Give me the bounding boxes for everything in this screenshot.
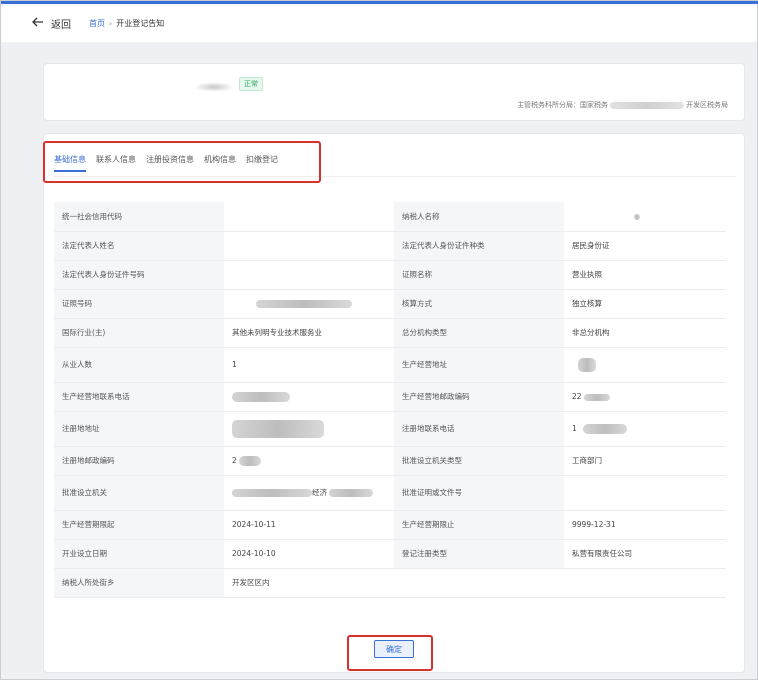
taxpayer-summary-card: 主管税务科所分局：国家税务 开发区税务局 bbox=[43, 63, 745, 121]
field-label: 国际行业(主) bbox=[54, 318, 224, 348]
field-value bbox=[224, 202, 394, 232]
field-label: 纳税人所处街乡 bbox=[54, 568, 224, 598]
field-label: 证照名称 bbox=[394, 260, 564, 290]
field-label: 法定代表人身份证件种类 bbox=[394, 231, 564, 261]
field-value: 居民身份证 bbox=[564, 231, 726, 261]
field-value: 2 bbox=[224, 446, 394, 476]
field-value: 私营有限责任公司 bbox=[564, 539, 726, 569]
field-label: 总分机构类型 bbox=[394, 318, 564, 348]
field-label: 注册地联系电话 bbox=[394, 411, 564, 447]
tax-authority-text: 主管税务科所分局：国家税务 开发区税务局 bbox=[517, 101, 728, 109]
basic-info-table: 统一社会信用代码 纳税人名称 法定代表人姓名 法定代表人身份证件种类 居民身份证… bbox=[54, 202, 726, 598]
table-row: 统一社会信用代码 纳税人名称 bbox=[54, 202, 726, 232]
table-row: 从业人数 1 生产经营地址 bbox=[54, 347, 726, 383]
field-value bbox=[564, 347, 726, 383]
page-title: 开业登记告知 bbox=[116, 18, 165, 28]
field-value: 独立核算 bbox=[564, 289, 726, 319]
table-row: 法定代表人身份证件号码 证照名称 营业执照 bbox=[54, 260, 726, 290]
field-value bbox=[224, 411, 394, 447]
table-row: 注册地邮政编码 2 批准设立机关类型 工商部门 bbox=[54, 446, 726, 476]
field-value bbox=[564, 568, 726, 598]
field-value: 工商部门 bbox=[564, 446, 726, 476]
table-row: 开业设立日期 2024-10-10 登记注册类型 私营有限责任公司 bbox=[54, 539, 726, 569]
breadcrumb-home-link[interactable]: 首页 bbox=[89, 18, 105, 29]
breadcrumb: 首页 › 开业登记告知 bbox=[89, 18, 164, 29]
field-label bbox=[394, 568, 564, 598]
field-value: 2024-10-11 bbox=[224, 510, 394, 540]
field-value bbox=[224, 382, 394, 412]
breadcrumb-separator: › bbox=[109, 18, 113, 28]
field-label: 开业设立日期 bbox=[54, 539, 224, 569]
field-label: 生产经营期限止 bbox=[394, 510, 564, 540]
field-value bbox=[224, 260, 394, 290]
field-value: 营业执照 bbox=[564, 260, 726, 290]
field-label: 批准设立机关 bbox=[54, 475, 224, 511]
field-label: 生产经营地址 bbox=[394, 347, 564, 383]
field-label: 生产经营期限起 bbox=[54, 510, 224, 540]
field-label: 从业人数 bbox=[54, 347, 224, 383]
field-label: 批准设立机关类型 bbox=[394, 446, 564, 476]
field-label: 法定代表人姓名 bbox=[54, 231, 224, 261]
table-row: 纳税人所处街乡 开发区区内 bbox=[54, 568, 726, 598]
field-label: 注册地邮政编码 bbox=[54, 446, 224, 476]
table-row: 法定代表人姓名 法定代表人身份证件种类 居民身份证 bbox=[54, 231, 726, 261]
table-row: 国际行业(主) 其他未列明专业技术服务业 总分机构类型 非总分机构 bbox=[54, 318, 726, 348]
field-label: 登记注册类型 bbox=[394, 539, 564, 569]
status-badge: 正常 bbox=[239, 77, 263, 91]
field-value bbox=[564, 202, 726, 232]
registration-detail-card: 基础信息 联系人信息 注册投资信息 机构信息 扣缴登记 统一社会信用代码 纳税人… bbox=[43, 133, 745, 673]
field-label: 生产经营地邮政编码 bbox=[394, 382, 564, 412]
field-value: 开发区区内 bbox=[224, 568, 394, 598]
field-label: 核算方式 bbox=[394, 289, 564, 319]
tabs-highlight-box bbox=[43, 141, 321, 183]
field-label: 纳税人名称 bbox=[394, 202, 564, 232]
table-row: 生产经营期限起 2024-10-11 生产经营期限止 9999-12-31 bbox=[54, 510, 726, 540]
table-row: 注册地地址 注册地联系电话 1 bbox=[54, 411, 726, 447]
field-value: 9999-12-31 bbox=[564, 510, 726, 540]
table-row: 生产经营地联系电话 生产经营地邮政编码 22 bbox=[54, 382, 726, 412]
field-value: 1 bbox=[564, 411, 726, 447]
field-label: 生产经营地联系电话 bbox=[54, 382, 224, 412]
field-value: 其他未列明专业技术服务业 bbox=[224, 318, 394, 348]
field-value: 22 bbox=[564, 382, 726, 412]
field-label: 批准证明或文件号 bbox=[394, 475, 564, 511]
field-label: 证照号码 bbox=[54, 289, 224, 319]
field-value: 2024-10-10 bbox=[224, 539, 394, 569]
field-value bbox=[224, 231, 394, 261]
field-label: 统一社会信用代码 bbox=[54, 202, 224, 232]
field-label: 法定代表人身份证件号码 bbox=[54, 260, 224, 290]
table-row: 批准设立机关 经济 批准证明或文件号 bbox=[54, 475, 726, 511]
field-value: 1 bbox=[224, 347, 394, 383]
back-button[interactable]: 返回 bbox=[31, 15, 71, 32]
field-value bbox=[224, 289, 394, 319]
table-row: 证照号码 核算方式 独立核算 bbox=[54, 289, 726, 319]
arrow-left-icon bbox=[31, 15, 45, 32]
authority-redacted bbox=[610, 101, 684, 109]
back-label: 返回 bbox=[51, 19, 71, 31]
field-value bbox=[564, 475, 726, 511]
taxpayer-name-redacted bbox=[194, 82, 234, 92]
confirm-highlight-box bbox=[347, 635, 433, 671]
field-label: 注册地地址 bbox=[54, 411, 224, 447]
top-nav: 返回 首页 › 开业登记告知 bbox=[1, 4, 757, 42]
field-value: 经济 bbox=[224, 475, 394, 511]
field-value: 非总分机构 bbox=[564, 318, 726, 348]
